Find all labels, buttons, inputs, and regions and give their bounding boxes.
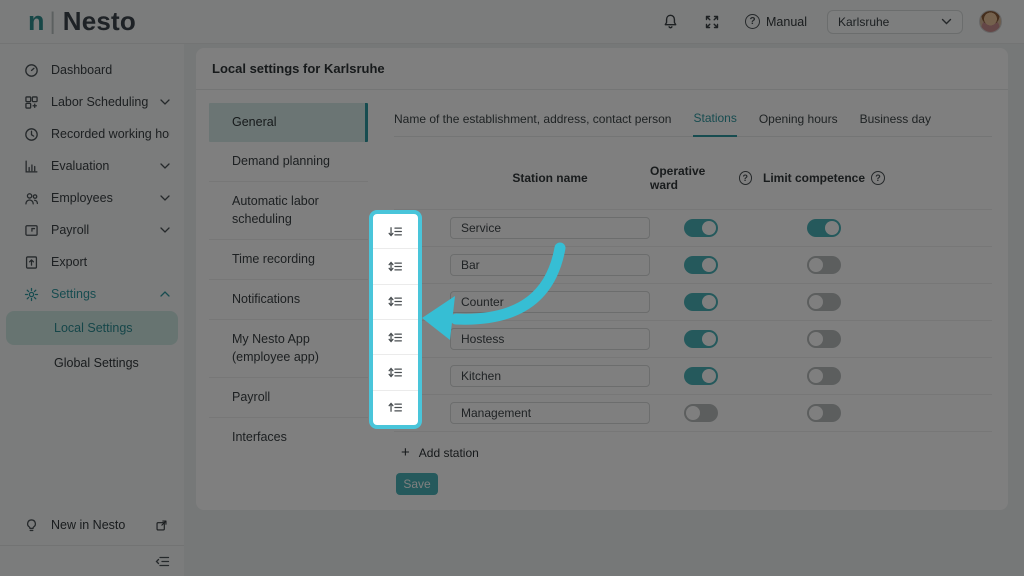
drag-handle[interactable] [373,319,418,354]
drag-handle-column-spotlight [369,210,422,429]
drag-handle[interactable] [373,284,418,319]
drag-handle[interactable] [373,354,418,389]
drag-handle[interactable] [373,390,418,425]
drag-handle[interactable] [373,214,418,248]
drag-handle[interactable] [373,248,418,283]
tutorial-dim-overlay [0,0,1024,576]
